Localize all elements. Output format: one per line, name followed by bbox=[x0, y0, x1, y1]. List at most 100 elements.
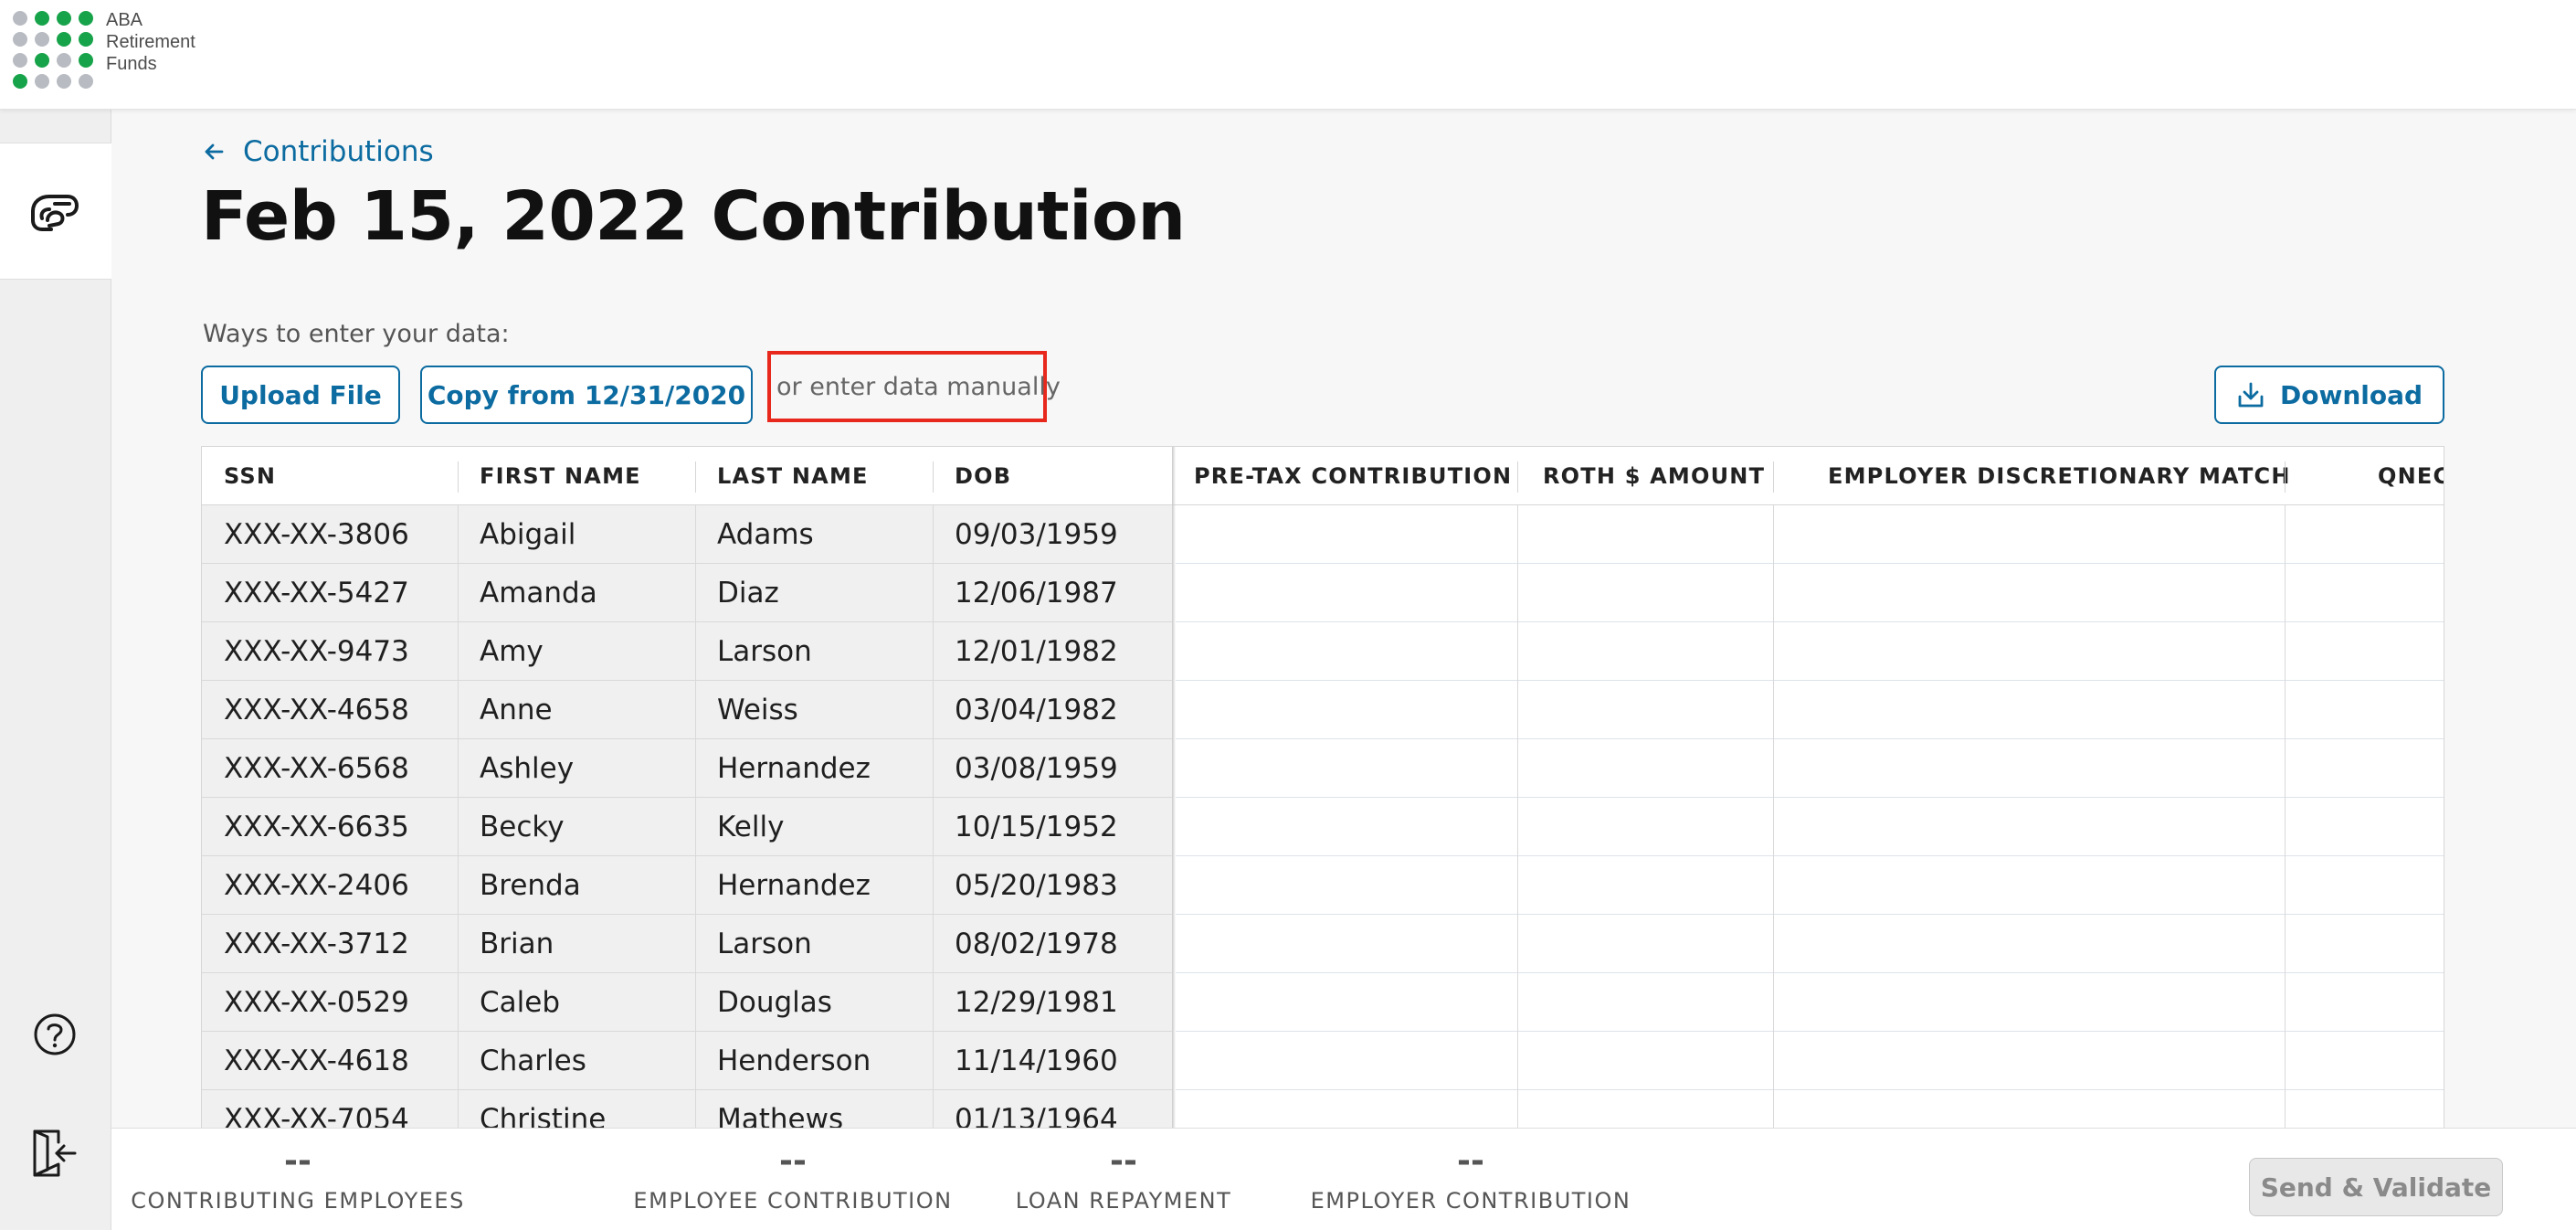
roth-amount-input[interactable] bbox=[1518, 973, 1773, 1032]
help-circle-icon[interactable] bbox=[33, 1013, 77, 1056]
table-header: SSN FIRST NAME LAST NAME DOB PRE-TAX CON… bbox=[202, 447, 2444, 505]
employer-discretionary-match-input[interactable] bbox=[1774, 1090, 2285, 1128]
qnec-input[interactable] bbox=[2286, 564, 2444, 622]
pre-tax-contribution-input[interactable] bbox=[1176, 622, 1517, 681]
employer-discretionary-match-input[interactable] bbox=[1774, 622, 2285, 681]
roth-amount-input[interactable] bbox=[1518, 915, 1773, 973]
last-name-cell: Hernandez bbox=[717, 869, 871, 902]
cell-divider bbox=[458, 856, 459, 915]
page-title: Feb 15, 2022 Contribution bbox=[201, 177, 1186, 256]
pre-tax-contribution-input[interactable] bbox=[1176, 915, 1517, 973]
last-name-cell: Hernandez bbox=[717, 752, 871, 785]
back-to-contributions-link[interactable]: Contributions bbox=[203, 135, 434, 168]
rail-item-contributions[interactable] bbox=[0, 143, 111, 280]
employer-discretionary-match-input[interactable] bbox=[1774, 681, 2285, 739]
table-row: XXX-XX-9473 Amy Larson 12/01/1982 bbox=[202, 622, 2444, 681]
cell-divider bbox=[933, 856, 934, 915]
qnec-input[interactable] bbox=[2286, 505, 2444, 564]
roth-amount-input[interactable] bbox=[1518, 856, 1773, 915]
cell-divider bbox=[458, 681, 459, 739]
column-header-dob[interactable]: DOB bbox=[955, 447, 1011, 505]
cell-divider bbox=[458, 1032, 459, 1090]
cell-divider bbox=[933, 915, 934, 973]
qnec-input[interactable] bbox=[2286, 856, 2444, 915]
first-name-cell: Christine bbox=[480, 1103, 607, 1128]
table-row: XXX-XX-5427 Amanda Diaz 12/06/1987 bbox=[202, 564, 2444, 622]
employer-discretionary-match-input[interactable] bbox=[1774, 856, 2285, 915]
ssn-cell: XXX-XX-0529 bbox=[224, 986, 409, 1019]
roth-amount-input[interactable] bbox=[1518, 798, 1773, 856]
pre-tax-contribution-input[interactable] bbox=[1176, 505, 1517, 564]
qnec-input[interactable] bbox=[2286, 681, 2444, 739]
pre-tax-contribution-input[interactable] bbox=[1176, 1032, 1517, 1090]
pre-tax-contribution-input[interactable] bbox=[1176, 973, 1517, 1032]
roth-amount-input[interactable] bbox=[1518, 505, 1773, 564]
employer-discretionary-match-input[interactable] bbox=[1774, 1032, 2285, 1090]
stat-value: -- bbox=[1110, 1142, 1137, 1180]
column-header-employer-discretionary-match[interactable]: EMPLOYER DISCRETIONARY MATCH bbox=[1828, 447, 2291, 505]
qnec-input[interactable] bbox=[2286, 739, 2444, 798]
qnec-input[interactable] bbox=[2286, 1090, 2444, 1128]
send-and-validate-button[interactable]: Send & Validate bbox=[2249, 1158, 2503, 1216]
employer-discretionary-match-input[interactable] bbox=[1774, 564, 2285, 622]
dob-cell: 11/14/1960 bbox=[955, 1044, 1118, 1077]
qnec-input[interactable] bbox=[2286, 1032, 2444, 1090]
pre-tax-contribution-input[interactable] bbox=[1176, 856, 1517, 915]
stat-loan-repayment: -- LOAN REPAYMENT bbox=[987, 1141, 1261, 1214]
qnec-input[interactable] bbox=[2286, 622, 2444, 681]
ssn-cell: XXX-XX-9473 bbox=[224, 635, 409, 668]
upload-file-button[interactable]: Upload File bbox=[201, 366, 400, 424]
stat-value: -- bbox=[284, 1142, 311, 1180]
roth-amount-input[interactable] bbox=[1518, 1032, 1773, 1090]
logo-text: ABA Retirement Funds bbox=[106, 9, 195, 75]
roth-amount-input[interactable] bbox=[1518, 622, 1773, 681]
logo-dot bbox=[35, 74, 49, 89]
qnec-input[interactable] bbox=[2286, 915, 2444, 973]
employer-discretionary-match-input[interactable] bbox=[1774, 505, 2285, 564]
column-header-pre-tax-contribution[interactable]: PRE-TAX CONTRIBUTION bbox=[1194, 447, 1512, 505]
column-divider bbox=[1517, 461, 1518, 493]
main-content: Contributions Feb 15, 2022 Contribution … bbox=[111, 110, 2576, 1128]
last-name-cell: Mathews bbox=[717, 1103, 844, 1128]
roth-amount-input[interactable] bbox=[1518, 564, 1773, 622]
logo-dot bbox=[13, 11, 27, 26]
download-button[interactable]: Download bbox=[2214, 366, 2444, 424]
roth-amount-input[interactable] bbox=[1518, 739, 1773, 798]
cell-divider bbox=[458, 564, 459, 622]
pre-tax-contribution-input[interactable] bbox=[1176, 739, 1517, 798]
pre-tax-contribution-input[interactable] bbox=[1176, 681, 1517, 739]
column-header-first-name[interactable]: FIRST NAME bbox=[480, 447, 641, 505]
employer-discretionary-match-input[interactable] bbox=[1774, 739, 2285, 798]
employer-discretionary-match-input[interactable] bbox=[1774, 973, 2285, 1032]
column-header-qnec[interactable]: QNEC bbox=[2378, 447, 2444, 505]
pre-tax-contribution-input[interactable] bbox=[1176, 1090, 1517, 1128]
copy-from-previous-button[interactable]: Copy from 12/31/2020 bbox=[420, 366, 753, 424]
frozen-columns-shadow bbox=[1172, 447, 1176, 1128]
logo-dot bbox=[35, 11, 49, 26]
employer-discretionary-match-input[interactable] bbox=[1774, 798, 2285, 856]
employer-discretionary-match-input[interactable] bbox=[1774, 915, 2285, 973]
ways-to-enter-label: Ways to enter your data: bbox=[203, 320, 510, 348]
logo-dot bbox=[57, 53, 71, 68]
qnec-input[interactable] bbox=[2286, 973, 2444, 1032]
pre-tax-contribution-input[interactable] bbox=[1176, 798, 1517, 856]
ssn-cell: XXX-XX-6568 bbox=[224, 752, 409, 785]
logo-line-3: Funds bbox=[106, 54, 157, 74]
aba-logo[interactable]: ABA Retirement Funds bbox=[13, 9, 195, 95]
qnec-input[interactable] bbox=[2286, 798, 2444, 856]
roth-amount-input[interactable] bbox=[1518, 681, 1773, 739]
roth-amount-input[interactable] bbox=[1518, 1090, 1773, 1128]
cell-divider bbox=[695, 739, 696, 798]
download-label: Download bbox=[2279, 379, 2423, 410]
cell-divider bbox=[933, 564, 934, 622]
first-name-cell: Brian bbox=[480, 928, 554, 960]
column-header-last-name[interactable]: LAST NAME bbox=[717, 447, 869, 505]
dob-cell: 09/03/1959 bbox=[955, 518, 1118, 551]
column-header-roth-amount[interactable]: ROTH $ AMOUNT bbox=[1543, 447, 1765, 505]
arrow-left-icon bbox=[205, 143, 224, 160]
logout-icon[interactable] bbox=[31, 1128, 79, 1179]
column-header-ssn[interactable]: SSN bbox=[224, 447, 276, 505]
dob-cell: 10/15/1952 bbox=[955, 811, 1118, 843]
table-row: XXX-XX-4658 Anne Weiss 03/04/1982 bbox=[202, 681, 2444, 739]
pre-tax-contribution-input[interactable] bbox=[1176, 564, 1517, 622]
